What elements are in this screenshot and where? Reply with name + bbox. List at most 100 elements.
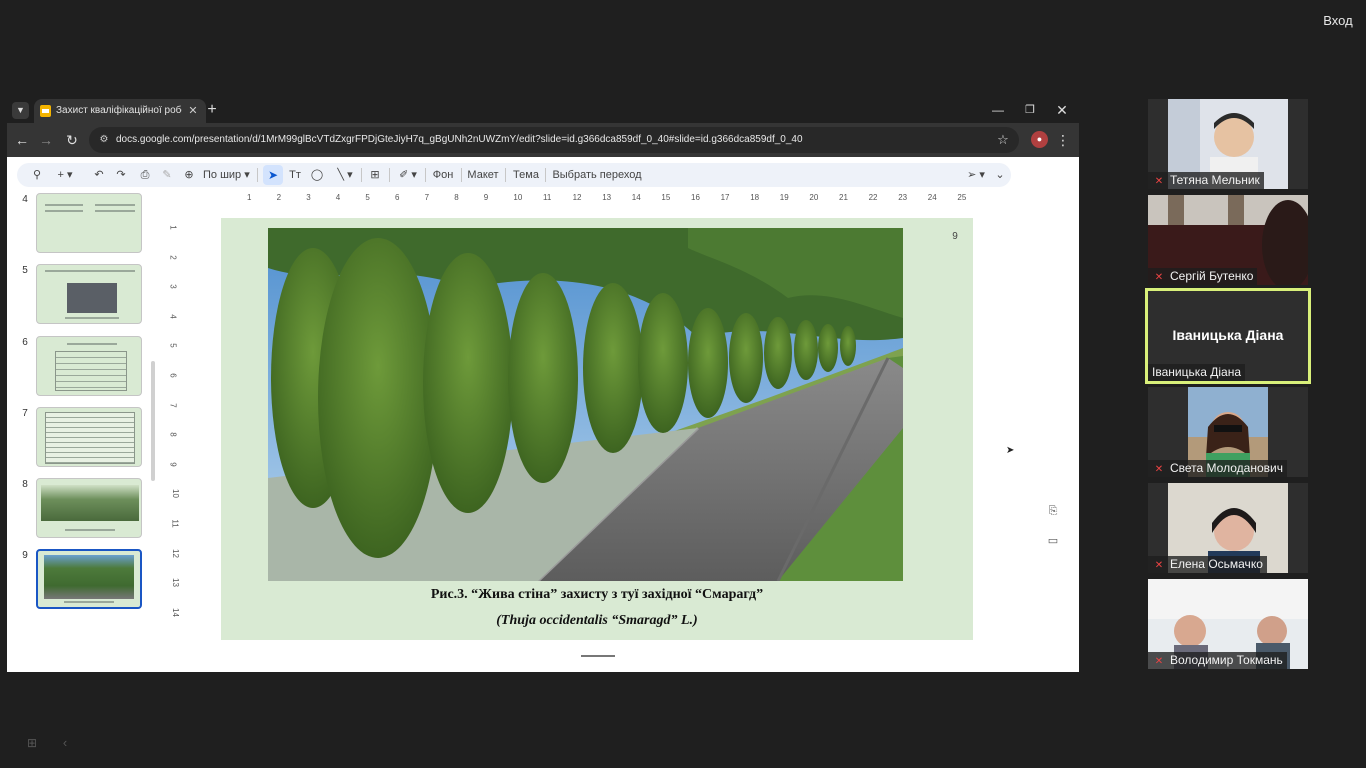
slide[interactable]: 9 Рис.3. “Жива стіна” захисту з туї захі… bbox=[221, 218, 973, 640]
toolbar-divider bbox=[257, 168, 258, 182]
grid-view-icon[interactable]: ⊞ bbox=[25, 736, 39, 750]
ruler-tick-label: 5 bbox=[365, 193, 370, 202]
participant-name-label: ✕ Света Молоданович bbox=[1148, 460, 1287, 477]
search-menus-icon[interactable]: ⚲ bbox=[29, 166, 45, 184]
reload-icon[interactable]: ↻ bbox=[63, 131, 81, 149]
toolbar-divider bbox=[389, 168, 390, 182]
slide-number: 7 bbox=[22, 408, 28, 419]
ruler-tick-label: 6 bbox=[168, 373, 178, 378]
slide-image[interactable] bbox=[268, 228, 903, 581]
ruler-tick-label: 11 bbox=[543, 193, 552, 202]
bookmark-star-icon[interactable]: ☆ bbox=[995, 132, 1011, 148]
slide-number: 4 bbox=[22, 194, 28, 205]
ruler-tick-label: 22 bbox=[868, 193, 878, 202]
close-tab-icon[interactable]: ✕ bbox=[186, 104, 200, 118]
participant-name-label: ✕ Елена Осьмачко bbox=[1148, 556, 1267, 573]
participant-name-label: Іваницька Діана bbox=[1148, 364, 1245, 381]
slide-filmstrip: 4 5 6 7 8 9 ⊞ ‹ bbox=[7, 193, 162, 750]
slide-thumbnail[interactable] bbox=[36, 336, 142, 396]
minimize-icon[interactable]: — bbox=[989, 101, 1007, 119]
insert-comment-icon[interactable]: ⊞ bbox=[367, 166, 383, 184]
slide-thumbnail[interactable] bbox=[36, 407, 142, 467]
toolbar-divider bbox=[425, 168, 426, 182]
ruler-tick-label: 3 bbox=[306, 193, 311, 202]
zoom-icon[interactable]: ⊕ bbox=[181, 166, 197, 184]
ruler-tick-label: 9 bbox=[168, 462, 178, 467]
participant-tile[interactable]: ✕ Володимир Токмань bbox=[1148, 579, 1308, 669]
slide-thumbnail-active[interactable] bbox=[36, 549, 142, 609]
border-color-icon[interactable]: ✐ ▾ bbox=[395, 166, 421, 184]
ruler-tick-label: 16 bbox=[691, 193, 700, 202]
ruler-tick-label: 8 bbox=[168, 432, 178, 437]
background-button[interactable]: Фон bbox=[429, 166, 457, 184]
figure-caption-latin[interactable]: (Thuja occidentalis “Smaragd” L.) bbox=[221, 611, 973, 631]
participant-tile[interactable]: ✕ Тетяна Мельник bbox=[1148, 99, 1308, 189]
slide-canvas: 1 2 3 4 5 6 7 8 9 10 11 12 13 14 15 16 17 18 19 20 21 22 23 24 2… bbox=[168, 193, 1079, 672]
pointer-mode-icon[interactable]: ➢ ▾ bbox=[961, 166, 991, 184]
mic-off-icon: ✕ bbox=[1154, 272, 1164, 283]
login-button[interactable]: Вход bbox=[1316, 10, 1360, 32]
filmstrip-scrollbar[interactable] bbox=[151, 361, 155, 481]
slide-thumbnail[interactable] bbox=[36, 478, 142, 538]
profile-avatar-icon[interactable]: ● bbox=[1031, 131, 1048, 148]
ruler-tick-label: 14 bbox=[631, 193, 641, 202]
ruler-tick-label: 1 bbox=[168, 225, 178, 230]
url-text[interactable]: docs.google.com/presentation/d/1MrM99glB… bbox=[116, 127, 976, 153]
new-slide-icon[interactable]: + ▾ bbox=[53, 166, 77, 184]
participant-tile[interactable]: ✕ Сергій Бутенко bbox=[1148, 195, 1308, 285]
tab-search-icon[interactable]: ▼ bbox=[12, 102, 29, 119]
shape-icon[interactable]: ◯ bbox=[309, 166, 325, 184]
participant-name: Володимир Токмань bbox=[1170, 653, 1283, 667]
collapse-panel-icon[interactable]: ‹ bbox=[59, 736, 71, 750]
mouse-cursor-icon: ➤ bbox=[1006, 445, 1015, 456]
omnibox[interactable]: ⚙ docs.google.com/presentation/d/1MrM99g… bbox=[89, 127, 1019, 153]
participant-tile[interactable]: ✕ Света Молоданович bbox=[1148, 387, 1308, 477]
transition-button[interactable]: Выбрать переход bbox=[551, 166, 643, 184]
ruler-tick-label: 21 bbox=[839, 193, 848, 202]
participant-tile[interactable]: ✕ Елена Осьмачко bbox=[1148, 483, 1308, 573]
new-tab-button[interactable]: + bbox=[203, 101, 221, 119]
text-box-icon[interactable]: Tт bbox=[287, 166, 303, 184]
mic-off-icon: ✕ bbox=[1154, 176, 1164, 187]
toolbar-divider bbox=[545, 168, 546, 182]
speaker-notes-handle[interactable] bbox=[581, 655, 615, 657]
slide-number: 8 bbox=[22, 479, 28, 490]
paint-format-icon[interactable]: ✎ bbox=[159, 166, 175, 184]
mic-off-icon: ✕ bbox=[1154, 464, 1164, 475]
back-icon[interactable]: ← bbox=[13, 131, 31, 149]
figure-caption[interactable]: Рис.3. “Жива стіна” захисту з туї західн… bbox=[221, 585, 973, 605]
layout-button[interactable]: Макет bbox=[465, 166, 501, 184]
browser-menu-icon[interactable]: ⋮ bbox=[1055, 131, 1071, 149]
theme-button[interactable]: Тема bbox=[511, 166, 541, 184]
print-icon[interactable]: ⎙ bbox=[137, 166, 153, 184]
participant-tile-active-speaker[interactable]: Іваницька Діана Іваницька Діана bbox=[1145, 288, 1311, 384]
toolbar-divider bbox=[361, 168, 362, 182]
mic-off-icon: ✕ bbox=[1154, 656, 1164, 667]
ruler-tick-label: 20 bbox=[809, 193, 819, 202]
slide-thumbnail[interactable] bbox=[36, 193, 142, 253]
slide-page-number: 9 bbox=[952, 231, 958, 242]
folder-icon[interactable]: ▭ bbox=[1045, 533, 1061, 549]
redo-icon[interactable]: ↷ bbox=[113, 166, 129, 184]
line-tool-icon[interactable]: ╲ ▾ bbox=[333, 166, 357, 184]
site-info-icon[interactable]: ⚙ bbox=[97, 133, 111, 147]
tab-title: Захист кваліфікаційної робо bbox=[56, 105, 182, 116]
forward-icon[interactable]: → bbox=[37, 131, 55, 149]
select-tool-icon[interactable]: ➤ bbox=[263, 165, 283, 185]
close-window-icon[interactable]: ✕ bbox=[1053, 101, 1071, 119]
tab-bar: ▼ Захист кваліфікаційної робо ✕ + — ❐ ✕ bbox=[7, 97, 1079, 123]
active-tab[interactable]: Захист кваліфікаційної робо ✕ bbox=[34, 99, 206, 123]
slide-thumbnail[interactable] bbox=[36, 264, 142, 324]
mic-off-icon: ✕ bbox=[1154, 560, 1164, 571]
zoom-select[interactable]: По шир ▾ bbox=[203, 166, 255, 184]
ruler-tick-label: 6 bbox=[395, 193, 400, 202]
undo-icon[interactable]: ↶ bbox=[91, 166, 107, 184]
toolbar-divider bbox=[505, 168, 506, 182]
ruler-tick-label: 11 bbox=[170, 519, 180, 528]
ruler-tick-label: 1 bbox=[247, 193, 252, 202]
ruler-tick-label: 7 bbox=[168, 402, 178, 408]
chevron-down-icon[interactable]: ⌄ bbox=[993, 166, 1007, 184]
maximize-icon[interactable]: ❐ bbox=[1021, 101, 1039, 119]
zoom-label: По шир bbox=[203, 169, 242, 181]
keep-notes-icon[interactable]: ⎘ bbox=[1045, 503, 1061, 519]
